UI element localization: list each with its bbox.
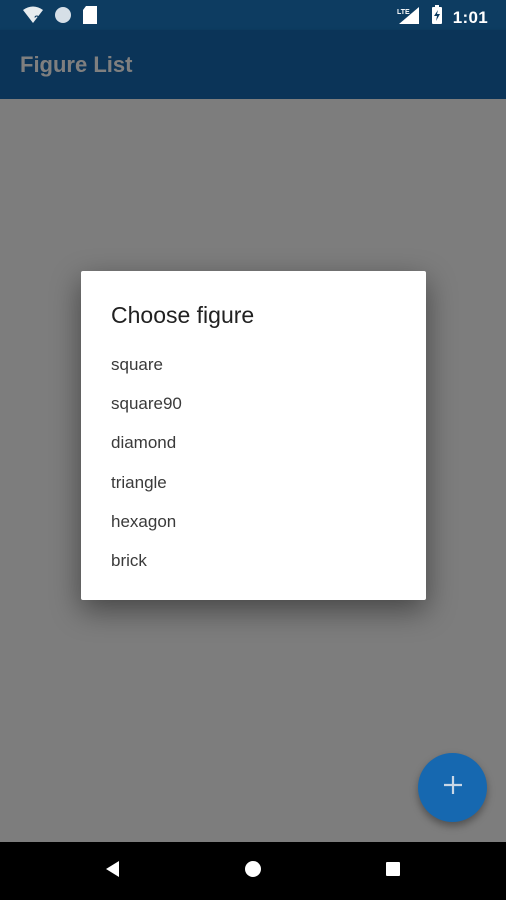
status-right-icons: LTE 1:01	[397, 5, 488, 30]
navigation-bar	[0, 842, 506, 900]
recents-button[interactable]	[363, 842, 423, 900]
option-triangle[interactable]: triangle	[111, 469, 401, 508]
plus-icon	[442, 774, 464, 801]
add-figure-button[interactable]	[418, 753, 487, 822]
wifi-unknown-icon: ?	[22, 6, 44, 29]
option-hexagon[interactable]: hexagon	[111, 508, 401, 547]
option-brick[interactable]: brick	[111, 547, 401, 586]
status-bar: ? LTE 1:01	[0, 0, 506, 30]
home-icon	[244, 860, 262, 883]
lte-signal-icon: LTE	[397, 5, 421, 30]
status-left-icons: ?	[22, 5, 98, 30]
choose-figure-dialog: Choose figure square square90 diamond tr…	[81, 271, 426, 600]
back-button[interactable]	[83, 842, 143, 900]
svg-text:LTE: LTE	[397, 9, 410, 16]
dialog-title: Choose figure	[111, 302, 255, 328]
option-square[interactable]: square	[111, 351, 401, 390]
home-button[interactable]	[223, 842, 283, 900]
figure-option-list: square square90 diamond triangle hexagon…	[111, 351, 401, 586]
back-icon	[104, 860, 122, 883]
sd-card-icon	[82, 5, 98, 30]
svg-text:?: ?	[34, 14, 40, 24]
recents-icon	[385, 861, 401, 882]
battery-charging-icon	[431, 5, 443, 30]
circle-icon	[54, 6, 72, 29]
option-square90[interactable]: square90	[111, 390, 401, 429]
clock: 1:01	[452, 7, 488, 27]
option-diamond[interactable]: diamond	[111, 429, 401, 468]
